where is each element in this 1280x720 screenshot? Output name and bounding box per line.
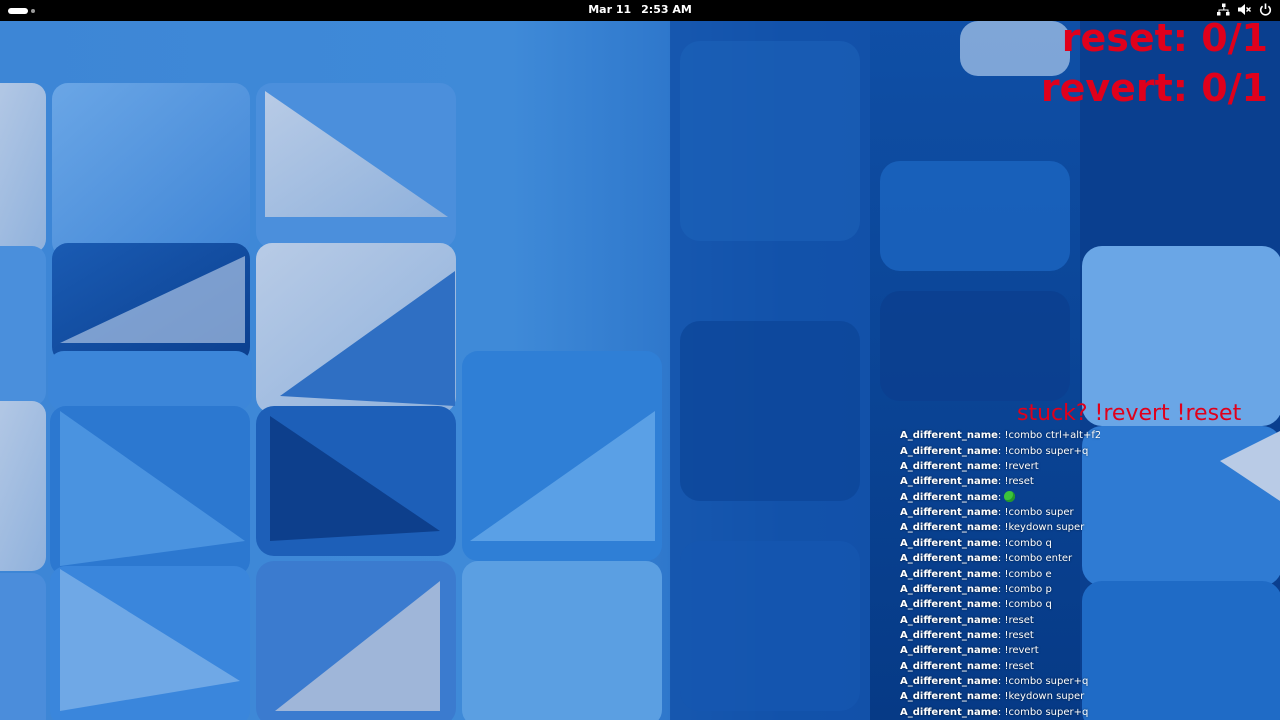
- chat-username: A_different_name: [900, 522, 998, 534]
- chat-message: A_different_name: !keydown super: [900, 520, 1084, 535]
- chat-username: A_different_name: [900, 476, 998, 488]
- chat-message-text: !revert: [1004, 645, 1039, 657]
- revert-counter: revert: 0/1: [1040, 66, 1268, 110]
- chat-message-text: !keydown super: [1004, 691, 1085, 703]
- chat-message: A_different_name: !combo e: [900, 567, 1052, 582]
- chat-username: A_different_name: [900, 660, 998, 672]
- chat-message: A_different_name: !reset: [900, 613, 1034, 628]
- stuck-hint-text: stuck? !revert !reset: [1017, 401, 1242, 426]
- chat-message-text: !combo super+q: [1004, 706, 1089, 718]
- chat-username: A_different_name: [900, 675, 998, 687]
- chat-username: A_different_name: [900, 645, 998, 657]
- chat-message-text: !combo q: [1004, 599, 1052, 611]
- chat-message-text: !reset: [1004, 476, 1034, 488]
- chat-username: A_different_name: [900, 706, 998, 718]
- chat-username: A_different_name: [900, 568, 998, 580]
- chat-username: A_different_name: [900, 614, 998, 626]
- chat-message: A_different_name: !combo super+q: [900, 705, 1088, 720]
- chat-message: A_different_name: !reset: [900, 474, 1034, 489]
- chat-message-text: !combo p: [1004, 583, 1052, 595]
- chat-message: A_different_name: !reset: [900, 628, 1034, 643]
- chat-username: A_different_name: [900, 507, 998, 519]
- chat-message-text: !combo q: [1004, 537, 1052, 549]
- chat-message: A_different_name: !combo p: [900, 582, 1052, 597]
- chat-message: A_different_name: !revert: [900, 459, 1039, 474]
- power-icon[interactable]: [1259, 3, 1272, 16]
- chat-username: A_different_name: [900, 629, 998, 641]
- network-icon[interactable]: [1217, 3, 1230, 16]
- chat-username: A_different_name: [900, 691, 998, 703]
- system-status-area[interactable]: [1217, 3, 1272, 16]
- chat-message-text: !combo super+q: [1004, 675, 1089, 687]
- chat-message: A_different_name: !combo super+q: [900, 444, 1088, 459]
- chat-message: A_different_name: !revert: [900, 643, 1039, 658]
- chat-username: A_different_name: [900, 599, 998, 611]
- volume-muted-icon[interactable]: [1238, 3, 1251, 16]
- chat-username: A_different_name: [900, 461, 998, 473]
- top-bar: Mar 11 2:53 AM: [0, 0, 1280, 21]
- chat-message: A_different_name: !combo q: [900, 597, 1052, 612]
- chat-message: A_different_name: !combo super: [900, 505, 1074, 520]
- clock[interactable]: Mar 11 2:53 AM: [0, 3, 1280, 16]
- clock-date: Mar 11: [588, 3, 632, 16]
- chat-message: A_different_name: !keydown super: [900, 689, 1084, 704]
- chat-username: A_different_name: [900, 553, 998, 565]
- chat-message-text: !reset: [1004, 614, 1034, 626]
- chat-username: A_different_name: [900, 491, 998, 503]
- chat-message: A_different_name: !combo ctrl+alt+f2: [900, 429, 1100, 443]
- chat-message-text: !keydown super: [1004, 522, 1085, 534]
- green-blob-emote-icon: [1004, 490, 1016, 502]
- clock-time: 2:53 AM: [641, 3, 692, 16]
- chat-message-text: !combo super+q: [1004, 445, 1089, 457]
- reset-counter: reset: 0/1: [1061, 16, 1268, 60]
- chat-message: A_different_name: !combo enter: [900, 551, 1072, 566]
- chat-message-text: !reset: [1004, 629, 1034, 641]
- chat-message-text: !combo ctrl+alt+f2: [1004, 430, 1100, 442]
- chat-message: A_different_name:: [900, 490, 1016, 505]
- chat-message-text: !revert: [1004, 461, 1039, 473]
- chat-username: A_different_name: [900, 537, 998, 549]
- desktop-screen: Mar 11 2:53 AM reset: 0/1 revert: 0/1 st…: [0, 0, 1280, 720]
- chat-message-text: !combo e: [1004, 568, 1052, 580]
- chat-message-text: !combo enter: [1004, 553, 1073, 565]
- chat-message-text: !combo super: [1004, 507, 1074, 519]
- chat-overlay: A_different_name: !combo ctrl+alt+f2 A_di…: [900, 429, 1100, 720]
- chat-message-text: !reset: [1004, 660, 1034, 672]
- chat-username: A_different_name: [900, 445, 998, 457]
- chat-username: A_different_name: [900, 583, 998, 595]
- chat-message: A_different_name: !combo q: [900, 536, 1052, 551]
- chat-username: A_different_name: [900, 430, 998, 442]
- chat-message: A_different_name: !reset: [900, 659, 1034, 674]
- chat-message: A_different_name: !combo super+q: [900, 674, 1088, 689]
